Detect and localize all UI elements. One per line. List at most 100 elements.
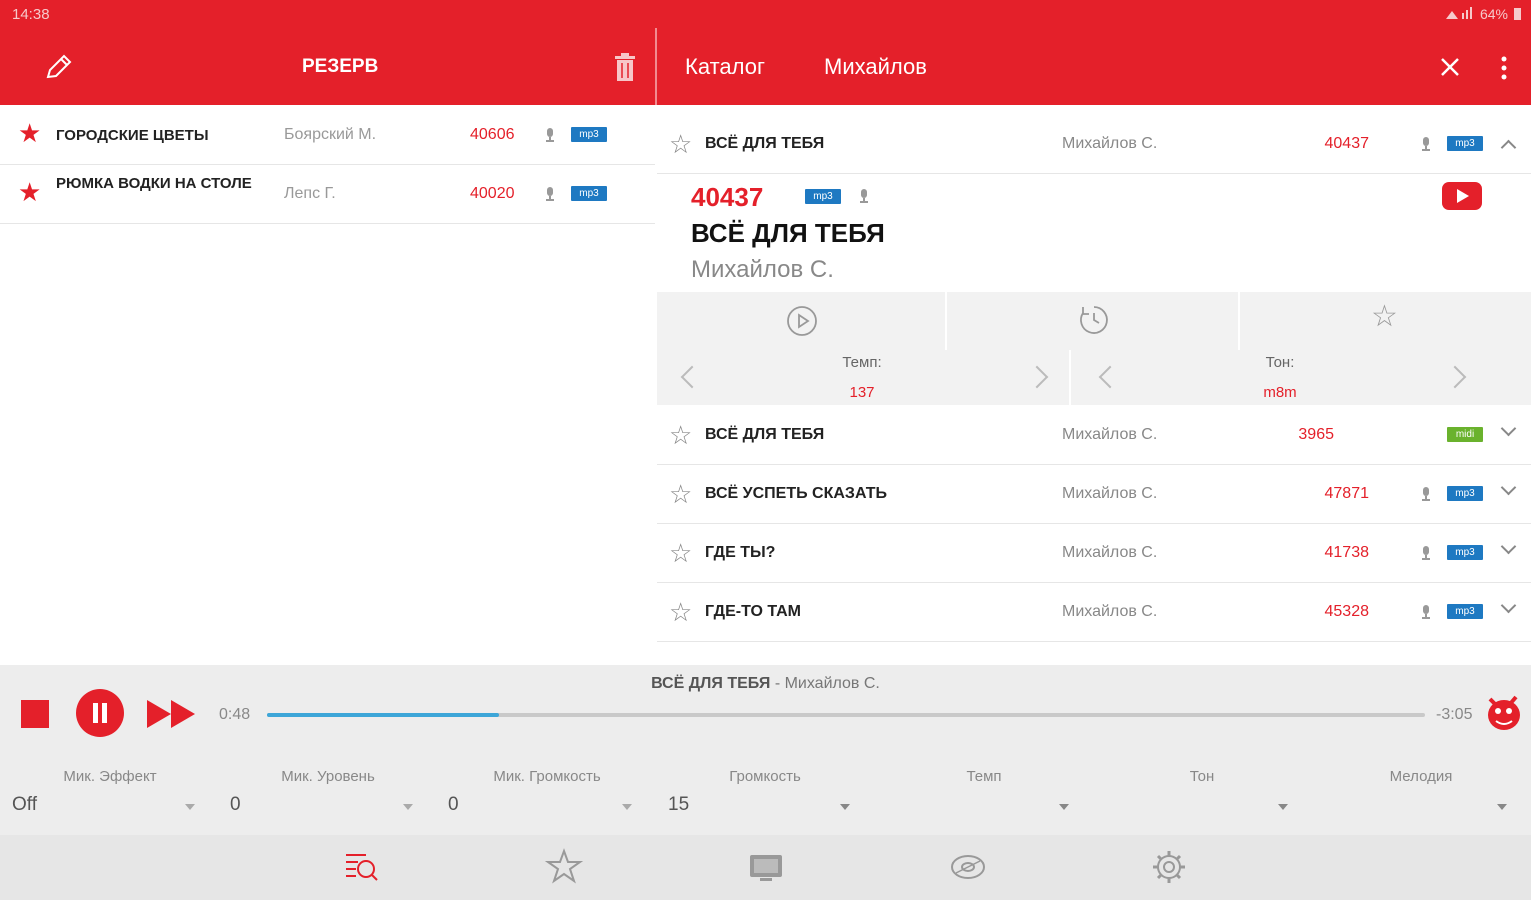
dropdown-arrow-icon[interactable] xyxy=(1497,804,1507,810)
song-number: 47871 xyxy=(1324,485,1370,502)
catalog-row[interactable]: ☆ ГДЕ ТЫ? Михайлов С. 41738 mp3 xyxy=(657,524,1531,583)
mic-icon xyxy=(1422,487,1430,501)
catalog-row-expanded[interactable]: ☆ ВСЁ ДЛЯ ТЕБЯ Михайлов С. 40437 mp3 xyxy=(657,115,1531,174)
catalog-row[interactable]: ☆ ВСЁ ДЛЯ ТЕБЯ Михайлов С. 3965 midi xyxy=(657,406,1531,465)
chevron-down-icon[interactable] xyxy=(1500,597,1517,614)
reserve-row[interactable]: ★ РЮМКА ВОДКИ НА СТОЛЕ Лепс Г. 40020 mp3 xyxy=(0,165,655,224)
catalog-row[interactable]: ☆ ГДЕ-ТО ТАМ Михайлов С. 45328 mp3 xyxy=(657,583,1531,642)
signal-icon xyxy=(1445,7,1472,19)
song-title: РЮМКА ВОДКИ НА СТОЛЕ xyxy=(56,175,252,192)
dropdown-arrow-icon[interactable] xyxy=(622,804,632,810)
mic-icon xyxy=(1422,605,1430,619)
mp3-badge: mp3 xyxy=(571,127,607,142)
karaoke-icon[interactable] xyxy=(746,847,786,887)
catalog-row[interactable]: ☆ ВСЁ УСПЕТЬ СКАЗАТЬ Михайлов С. 47871 m… xyxy=(657,465,1531,524)
mixer-label: Громкость xyxy=(729,768,801,785)
detail-artist: Михайлов С. xyxy=(691,256,834,283)
dropdown-arrow-icon[interactable] xyxy=(840,804,850,810)
tempo-tone-controls: Темп: 137 Тон: m8m xyxy=(657,350,1531,405)
mascot-icon[interactable] xyxy=(1482,691,1524,735)
pause-button[interactable] xyxy=(76,689,124,737)
now-playing-title: ВСЁ ДЛЯ ТЕБЯ xyxy=(651,675,771,692)
reserve-row[interactable]: ★ ГОРОДСКИЕ ЦВЕТЫ Боярский М. 40606 mp3 xyxy=(0,106,655,165)
tempo-value: 137 xyxy=(849,384,875,401)
song-artist: Михайлов С. xyxy=(1062,135,1158,152)
song-number: 3965 xyxy=(1298,426,1334,443)
bottom-nav xyxy=(0,835,1531,900)
dropdown-arrow-icon[interactable] xyxy=(1059,804,1069,810)
star-icon[interactable] xyxy=(544,847,584,887)
mixer-label: Мик. Громкость xyxy=(493,768,601,785)
song-number: 40606 xyxy=(470,126,515,143)
more-vert-icon[interactable] xyxy=(1498,55,1510,81)
song-number: 40020 xyxy=(470,185,515,202)
now-playing: ВСЁ ДЛЯ ТЕБЯ - Михайлов С. xyxy=(0,675,1531,693)
play-circle-icon[interactable] xyxy=(786,305,818,337)
chevron-up-icon[interactable] xyxy=(1500,139,1517,156)
song-number: 41738 xyxy=(1324,544,1370,561)
tab-catalog[interactable]: Каталог xyxy=(685,54,765,80)
tempo-decrease-icon[interactable] xyxy=(680,365,704,389)
star-outline-icon[interactable]: ☆ xyxy=(669,599,692,625)
mic-icon xyxy=(1422,137,1430,151)
star-filled-icon[interactable]: ★ xyxy=(18,120,41,146)
chevron-down-icon[interactable] xyxy=(1500,538,1517,555)
song-detail: 40437 mp3 ВСЁ ДЛЯ ТЕБЯ Михайлов С. xyxy=(657,174,1531,292)
detail-actions: ☆ xyxy=(657,292,1531,350)
disc-icon[interactable] xyxy=(948,847,988,887)
battery-icon xyxy=(1514,8,1521,20)
mixer-value[interactable]: 0 xyxy=(448,794,459,816)
mp3-badge: mp3 xyxy=(1447,136,1483,151)
star-outline-icon[interactable]: ☆ xyxy=(669,422,692,448)
youtube-icon[interactable] xyxy=(1442,182,1482,210)
song-title: ГДЕ ТЫ? xyxy=(705,544,776,561)
history-icon[interactable] xyxy=(1078,304,1110,336)
remaining-time: -3:05 xyxy=(1436,706,1473,723)
status-icons: 64% xyxy=(1444,6,1521,22)
elapsed-time: 0:48 xyxy=(219,706,251,723)
stop-button[interactable] xyxy=(21,700,49,728)
star-filled-icon[interactable]: ★ xyxy=(18,179,41,205)
detail-title: ВСЁ ДЛЯ ТЕБЯ xyxy=(691,218,885,248)
mp3-badge: mp3 xyxy=(571,186,607,201)
catalog-icon[interactable] xyxy=(342,847,382,887)
progress-fill xyxy=(267,713,499,717)
star-outline-icon[interactable]: ☆ xyxy=(1371,302,1398,332)
gear-icon[interactable] xyxy=(1149,847,1189,887)
dropdown-arrow-icon[interactable] xyxy=(1278,804,1288,810)
tone-increase-icon[interactable] xyxy=(1443,365,1467,389)
song-title: ВСЁ ДЛЯ ТЕБЯ xyxy=(705,135,825,152)
song-title: ВСЁ УСПЕТЬ СКАЗАТЬ xyxy=(705,485,887,502)
tempo-label: Темп: xyxy=(842,354,882,371)
mixer-value[interactable]: 0 xyxy=(230,794,241,816)
song-artist: Михайлов С. xyxy=(1062,426,1158,443)
song-number: 45328 xyxy=(1324,603,1370,620)
progress-track[interactable] xyxy=(267,713,1425,717)
mic-icon xyxy=(1422,546,1430,560)
mixer-label: Мик. Эффект xyxy=(63,768,157,785)
mic-icon xyxy=(546,187,554,201)
star-outline-icon[interactable]: ☆ xyxy=(669,540,692,566)
trash-icon[interactable] xyxy=(613,53,637,83)
song-artist: Боярский М. xyxy=(284,126,377,143)
mp3-badge: mp3 xyxy=(1447,486,1483,501)
tab-mikhailov[interactable]: Михайлов xyxy=(824,54,927,80)
dropdown-arrow-icon[interactable] xyxy=(403,804,413,810)
star-outline-icon[interactable]: ☆ xyxy=(669,481,692,507)
divider xyxy=(945,292,947,350)
tempo-increase-icon[interactable] xyxy=(1025,365,1049,389)
star-outline-icon[interactable]: ☆ xyxy=(669,131,692,157)
close-icon[interactable] xyxy=(1439,56,1461,78)
mp3-badge: mp3 xyxy=(1447,545,1483,560)
fast-forward-button[interactable] xyxy=(147,700,197,728)
player-bar: ВСЁ ДЛЯ ТЕБЯ - Михайлов С. 0:48 -3:05 Ми… xyxy=(0,665,1531,835)
chevron-down-icon[interactable] xyxy=(1500,420,1517,437)
dropdown-arrow-icon[interactable] xyxy=(185,804,195,810)
status-time: 14:38 xyxy=(12,6,50,23)
mixer-value[interactable]: Off xyxy=(12,794,37,816)
mixer-value[interactable]: 15 xyxy=(668,794,689,816)
edit-pencil-icon[interactable] xyxy=(44,52,74,82)
panel-divider xyxy=(655,28,657,105)
chevron-down-icon[interactable] xyxy=(1500,479,1517,496)
tone-decrease-icon[interactable] xyxy=(1098,365,1122,389)
